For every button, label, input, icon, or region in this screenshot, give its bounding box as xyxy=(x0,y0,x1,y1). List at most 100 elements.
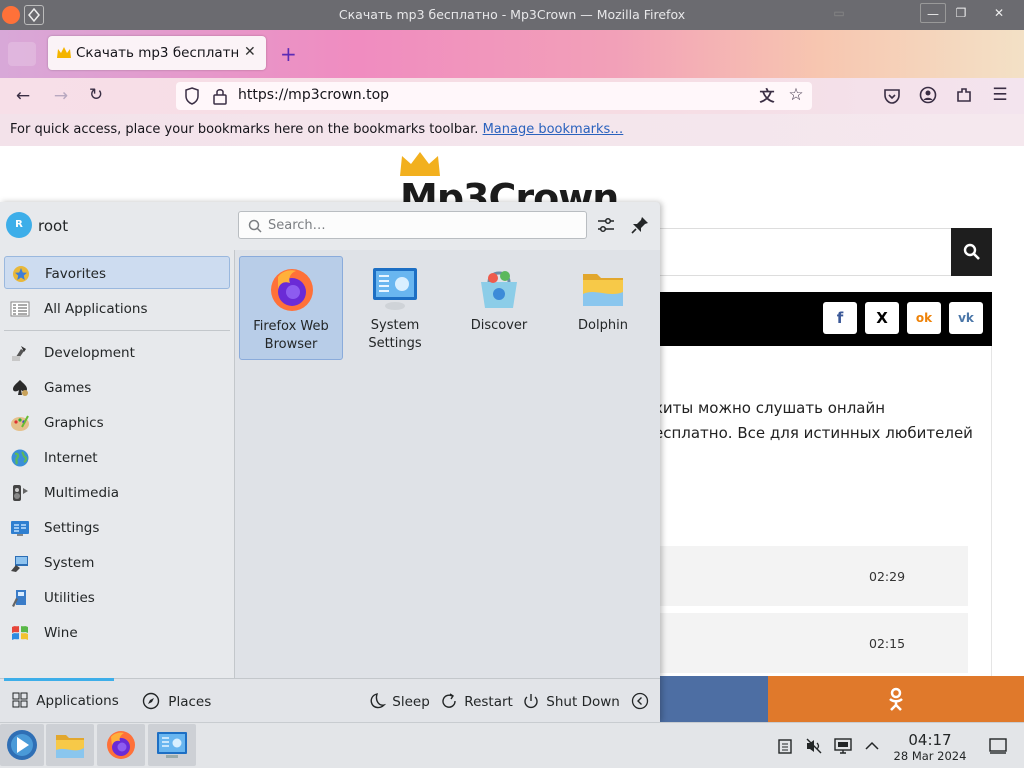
reload-button[interactable]: ↻ xyxy=(85,85,107,105)
extensions-icon[interactable] xyxy=(955,86,973,104)
task-dolphin[interactable] xyxy=(46,724,94,766)
category-label: Favorites xyxy=(45,266,106,282)
category-wine[interactable]: Wine xyxy=(4,616,230,649)
leave-more-chevron-icon[interactable] xyxy=(631,692,649,710)
system-icon xyxy=(11,556,28,572)
launcher-start-icon xyxy=(7,730,37,760)
places-tab[interactable]: Places xyxy=(142,692,211,710)
search-placeholder: Search… xyxy=(268,218,326,233)
multimedia-icon xyxy=(13,485,28,501)
sleep-moon-icon xyxy=(370,693,387,709)
configure-sliders-icon[interactable] xyxy=(596,215,616,235)
bookmark-star-icon[interactable]: ☆ xyxy=(785,85,807,105)
menu-hamburger-icon[interactable]: ☰ xyxy=(989,85,1011,105)
sleep-label: Sleep xyxy=(392,694,430,710)
category-label: Wine xyxy=(44,625,78,641)
shutdown-label: Shut Down xyxy=(546,694,620,710)
search-icon xyxy=(248,219,262,233)
applications-tab[interactable]: Applications xyxy=(12,692,119,709)
compass-icon xyxy=(142,692,160,710)
minimize-button-ghost: ▭ xyxy=(833,6,845,20)
shutdown-button[interactable]: Shut Down xyxy=(522,692,620,710)
track-row[interactable] xyxy=(658,546,968,606)
category-label: Graphics xyxy=(44,415,104,431)
restart-button[interactable]: Restart xyxy=(440,692,513,710)
task-system-settings[interactable] xyxy=(148,724,196,766)
tab-active[interactable]: Скачать mp3 бесплатно - Mp3Crown ✕ xyxy=(48,36,266,70)
firefox-icon xyxy=(271,269,313,311)
games-icon xyxy=(13,380,28,396)
category-games[interactable]: Games xyxy=(4,371,230,404)
system-settings-icon xyxy=(373,268,417,310)
search-icon xyxy=(963,243,980,260)
user-avatar[interactable]: R xyxy=(6,212,32,238)
track-duration: 02:29 xyxy=(869,569,906,584)
development-icon xyxy=(12,346,26,361)
lock-icon[interactable] xyxy=(212,87,228,105)
track-row[interactable] xyxy=(658,613,968,673)
forward-button[interactable]: → xyxy=(50,86,72,106)
minimize-button[interactable]: — xyxy=(920,3,946,23)
manage-bookmarks-link[interactable]: Manage bookmarks… xyxy=(483,122,624,137)
crown-favicon-icon xyxy=(57,47,71,58)
tab-close-icon[interactable]: ✕ xyxy=(244,44,256,60)
category-label: Games xyxy=(44,380,92,396)
application-launcher-button[interactable] xyxy=(0,724,44,766)
system-settings-icon xyxy=(157,732,187,758)
wine-windows-icon xyxy=(12,626,28,640)
show-desktop-icon[interactable] xyxy=(989,737,1007,755)
site-search-button[interactable] xyxy=(951,228,992,276)
ok-share-banner[interactable] xyxy=(768,676,1024,722)
category-internet[interactable]: Internet xyxy=(4,441,230,474)
app-firefox[interactable]: Firefox Web Browser xyxy=(239,256,343,360)
account-icon[interactable] xyxy=(919,86,937,104)
new-tab-button[interactable]: + xyxy=(280,42,297,66)
category-label: Utilities xyxy=(44,590,95,606)
digital-clock[interactable]: 04:17 28 Mar 2024 xyxy=(892,731,968,763)
app-discover[interactable]: Discover xyxy=(447,256,551,360)
user-name: root xyxy=(38,217,69,235)
clipboard-icon[interactable] xyxy=(776,738,794,754)
app-system-settings[interactable]: System Settings xyxy=(343,256,447,360)
app-label-line1: Dolphin xyxy=(578,318,628,333)
network-display-icon[interactable] xyxy=(834,738,852,754)
ok-share-icon[interactable]: ok xyxy=(907,302,941,334)
active-tab-indicator xyxy=(4,678,114,681)
site-search-input[interactable] xyxy=(658,228,952,276)
close-button[interactable]: ✕ xyxy=(986,3,1012,23)
app-dolphin[interactable]: Dolphin xyxy=(551,256,655,360)
app-label-line2: Settings xyxy=(368,336,422,351)
category-system[interactable]: System xyxy=(4,546,230,579)
restart-icon xyxy=(442,693,456,708)
app-label-line1: Discover xyxy=(470,318,528,333)
category-development[interactable]: Development xyxy=(4,336,230,369)
volume-muted-icon[interactable] xyxy=(805,738,823,754)
firefox-icon xyxy=(107,731,135,759)
category-favorites[interactable]: Favorites xyxy=(4,256,230,289)
pin-icon[interactable] xyxy=(630,215,650,235)
category-settings[interactable]: Settings xyxy=(4,511,230,544)
x-share-icon[interactable]: X xyxy=(865,302,899,334)
sleep-button[interactable]: Sleep xyxy=(368,692,430,710)
show-hidden-icons-chevron[interactable] xyxy=(863,738,881,754)
back-button[interactable]: ← xyxy=(12,86,34,106)
url-text[interactable]: https://mp3crown.top xyxy=(238,87,389,103)
pocket-icon[interactable] xyxy=(883,87,901,105)
translate-icon[interactable]: 文 xyxy=(756,86,778,106)
category-multimedia[interactable]: Multimedia xyxy=(4,476,230,509)
window-titlebar[interactable]: Скачать mp3 бесплатно - Mp3Crown — Mozil… xyxy=(0,0,1024,30)
category-graphics[interactable]: Graphics xyxy=(4,406,230,439)
task-firefox[interactable] xyxy=(97,724,145,766)
category-utilities[interactable]: Utilities xyxy=(4,581,230,614)
category-all-applications[interactable]: All Applications xyxy=(4,292,230,325)
applications-tab-label: Applications xyxy=(36,693,119,709)
category-label: Settings xyxy=(44,520,100,536)
vk-share-icon[interactable]: vk xyxy=(949,302,983,334)
shield-icon[interactable] xyxy=(184,87,200,105)
utilities-icon xyxy=(12,590,26,607)
facebook-share-icon[interactable]: f xyxy=(823,302,857,334)
launcher-search-input[interactable]: Search… xyxy=(238,211,587,239)
restore-button[interactable]: ❐ xyxy=(948,3,974,23)
app-label-line2: Browser xyxy=(264,337,318,352)
vk-share-banner[interactable] xyxy=(658,676,768,722)
